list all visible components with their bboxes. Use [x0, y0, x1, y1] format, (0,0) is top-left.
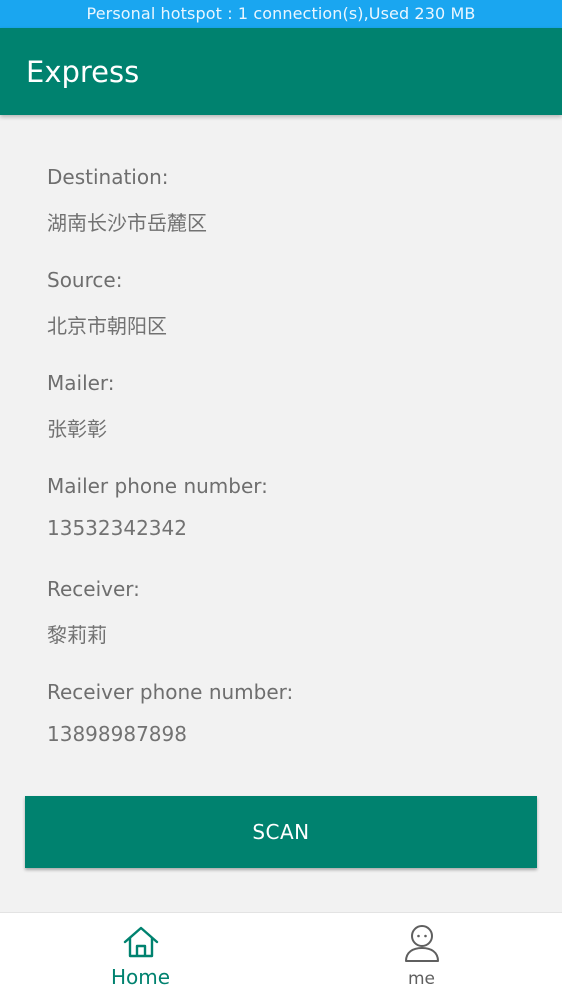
mailer-label: Mailer: — [47, 371, 115, 395]
bottom-navigation: Home me — [0, 912, 562, 999]
person-icon — [404, 925, 439, 962]
source-label: Source: — [47, 268, 123, 292]
destination-value: 湖南长沙市岳麓区 — [47, 211, 207, 235]
status-bar-text: Personal hotspot : 1 connection(s),Used … — [86, 4, 476, 23]
source-value: 北京市朝阳区 — [47, 314, 167, 338]
mailer-value: 张彰彰 — [47, 417, 107, 441]
receiver-value: 黎莉莉 — [47, 623, 107, 647]
receiver-label: Receiver: — [47, 577, 140, 601]
nav-item-me[interactable]: me — [281, 913, 562, 999]
nav-item-home[interactable]: Home — [0, 913, 281, 999]
nav-label-home: Home — [110, 965, 171, 989]
app-title: Express — [26, 55, 140, 89]
receiver-phone-label: Receiver phone number: — [47, 680, 294, 704]
destination-label: Destination: — [47, 165, 169, 189]
scan-button[interactable]: SCAN — [25, 796, 537, 868]
home-icon — [123, 926, 158, 958]
mailer-phone-label: Mailer phone number: — [47, 474, 268, 498]
status-bar: Personal hotspot : 1 connection(s),Used … — [0, 0, 562, 28]
mailer-phone-value: 13532342342 — [47, 516, 187, 540]
app-bar: Express — [0, 28, 562, 115]
nav-label-me: me — [407, 969, 436, 989]
receiver-phone-value: 13898987898 — [47, 722, 187, 746]
express-details: Destination: 湖南长沙市岳麓区 Source: 北京市朝阳区 Mai… — [0, 115, 562, 912]
